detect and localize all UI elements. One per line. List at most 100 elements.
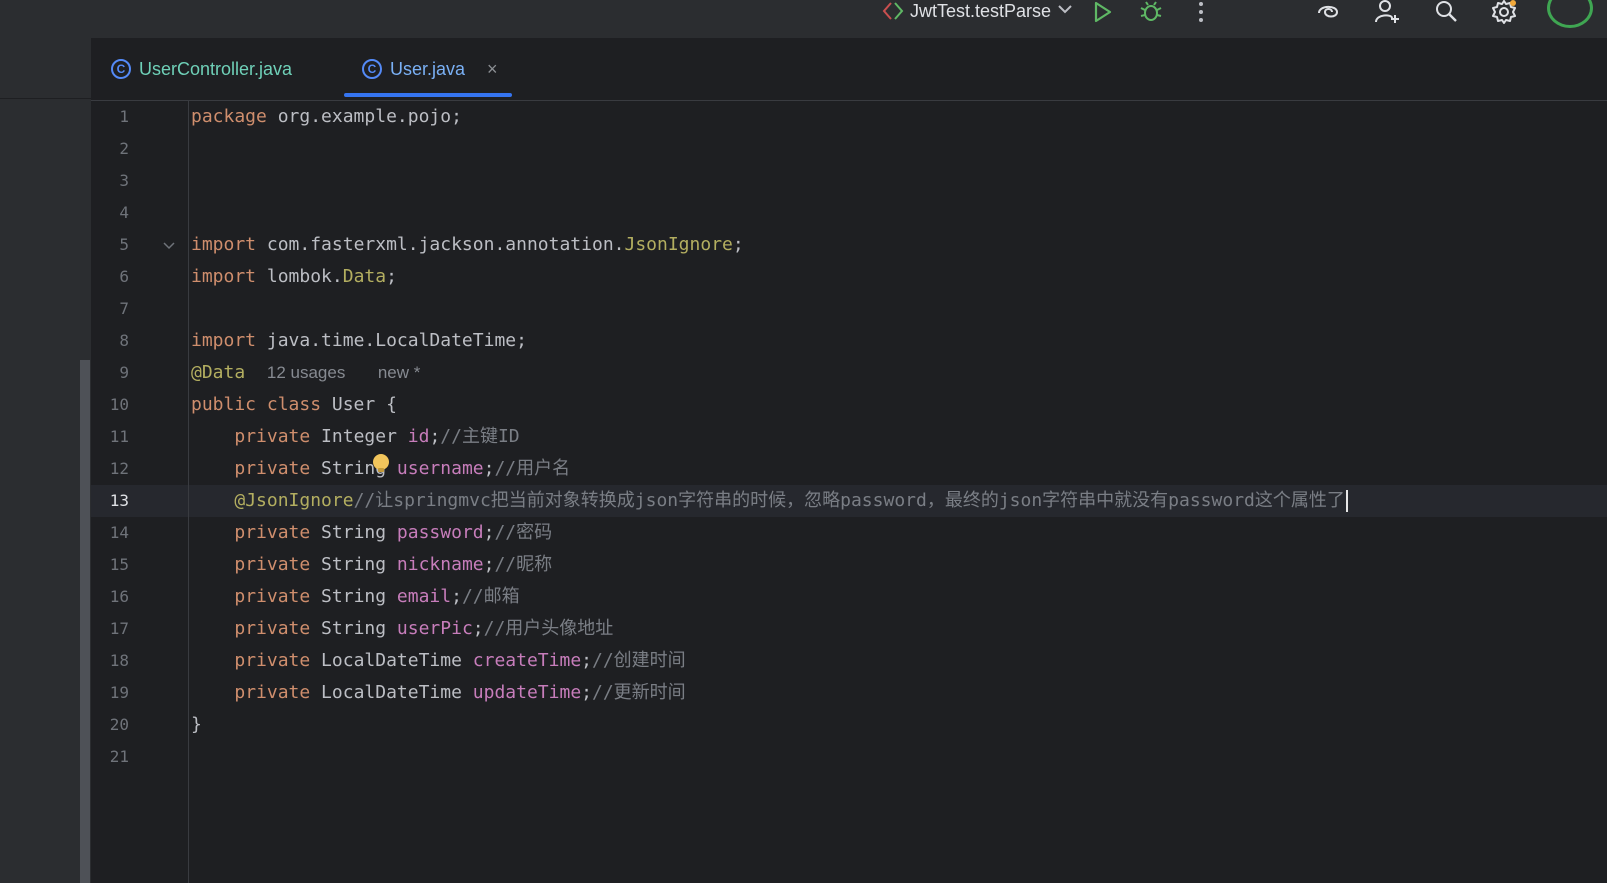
comment: //更新时间: [592, 682, 686, 703]
code-text: import com.fasterxml.jackson.annotation.…: [191, 229, 744, 261]
code-line: 12 private String username;//用户名: [91, 453, 1607, 485]
comment: //邮箱: [461, 586, 520, 607]
code-segment: ;: [732, 234, 744, 255]
code-segment: java.time.LocalDateTime;: [256, 330, 527, 351]
code-line: 16 private String email;//邮箱: [91, 581, 1607, 613]
type-name: String: [310, 618, 397, 639]
comment: //密码: [494, 522, 553, 543]
code-line: 3: [91, 165, 1607, 197]
tab-label: UserController.java: [139, 58, 293, 79]
text-caret: [1345, 490, 1348, 512]
code-text: private String userPic;//用户头像地址: [191, 613, 613, 645]
divider: [0, 98, 91, 99]
line-number: 13: [109, 491, 129, 510]
code-segment: User {: [321, 394, 397, 415]
java-class-icon: C: [111, 59, 131, 79]
line-number: 18: [109, 651, 129, 670]
fold-chevron-icon[interactable]: [163, 229, 175, 261]
line-number: 14: [109, 523, 129, 542]
left-scrollbar[interactable]: [80, 360, 90, 883]
type-name: String: [310, 522, 397, 543]
line-number: 4: [119, 203, 129, 222]
current-code-line: 13 @JsonIgnore//让springmvc把当前对象转换成json字符…: [91, 485, 1607, 517]
code-line: 21: [91, 741, 1607, 773]
editor-tab-bar: C UserController.java C User.java ×: [91, 38, 1607, 101]
search-icon[interactable]: [1432, 0, 1460, 24]
code-line: 11 private Integer id;//主键ID: [91, 421, 1607, 453]
line-number: 1: [119, 107, 129, 126]
gutter-divider: [188, 101, 189, 883]
usages-hint[interactable]: 12 usages: [267, 363, 345, 382]
line-number: 12: [109, 459, 129, 478]
field-name: email: [396, 586, 452, 607]
line-number: 5: [119, 235, 129, 254]
tab-label: User.java: [390, 58, 466, 79]
keyword: import: [191, 234, 257, 255]
run-configuration-selector[interactable]: JwtTest.testParse: [882, 0, 1073, 22]
field-name: id: [407, 426, 430, 447]
comment: //主键ID: [440, 426, 520, 447]
annotation: @Data: [191, 362, 246, 383]
type-name: LocalDateTime: [310, 650, 473, 671]
type-name: String: [310, 586, 397, 607]
code-line: 15 private String nickname;//昵称: [91, 549, 1607, 581]
type-name: Integer: [310, 426, 408, 447]
tab-usercontroller[interactable]: C UserController.java: [111, 38, 292, 100]
code-line: 20 }: [91, 709, 1607, 741]
tab-user[interactable]: C User.java ×: [362, 38, 498, 100]
code-line: 17 private String userPic;//用户头像地址: [91, 613, 1607, 645]
author-hint[interactable]: new *: [378, 363, 421, 382]
code-text: private LocalDateTime updateTime;//更新时间: [191, 677, 686, 709]
type-name: LocalDateTime: [310, 682, 473, 703]
code-segment: ;: [483, 522, 495, 543]
keyword: import: [191, 330, 257, 351]
line-number: 20: [109, 715, 129, 734]
lightbulb-icon[interactable]: [373, 454, 389, 472]
code-line: 1 package org.example.pojo;: [91, 101, 1607, 133]
comment: //让springmvc把当前对象转换成json字符串的时候，忽略passwor…: [353, 490, 1345, 511]
chevron-down-icon: [1057, 2, 1073, 20]
code-segment: ;: [451, 586, 462, 607]
run-icon[interactable]: [1088, 0, 1116, 24]
ai-assistant-icon[interactable]: [1314, 0, 1342, 24]
line-number: 8: [119, 331, 129, 350]
line-number: 15: [109, 555, 129, 574]
java-class-icon: C: [362, 59, 382, 79]
keyword: private: [234, 554, 311, 575]
settings-icon[interactable]: [1490, 0, 1518, 24]
run-configuration-name: JwtTest.testParse: [910, 0, 1052, 21]
debug-icon[interactable]: [1137, 0, 1165, 24]
code-segment: ;: [429, 426, 441, 447]
line-number: 19: [109, 683, 129, 702]
project-tool-window: [0, 38, 91, 883]
comment: //用户名: [494, 458, 571, 479]
line-number: 16: [109, 587, 129, 606]
keyword: private: [234, 426, 311, 447]
annotation: @JsonIgnore: [234, 490, 354, 511]
code-text: private String nickname;//昵称: [191, 549, 552, 581]
annotation-name: JsonIgnore: [624, 234, 733, 255]
line-number: 7: [119, 299, 129, 318]
code-text: @Data 12 usages new *: [191, 357, 420, 389]
code-segment: }: [191, 714, 202, 735]
keyword: private: [234, 522, 311, 543]
comment: //昵称: [494, 554, 553, 575]
close-icon[interactable]: ×: [487, 59, 498, 80]
code-segment: org.example.pojo;: [266, 106, 462, 127]
field-name: userPic: [396, 618, 473, 639]
annotation-name: Data: [342, 266, 387, 287]
code-text: private Integer id;//主键ID: [191, 421, 520, 453]
keyword: import: [191, 266, 257, 287]
more-icon[interactable]: [1187, 0, 1215, 24]
code-line: 4: [91, 197, 1607, 229]
code-editor[interactable]: 1 package org.example.pojo; 2 3 4 5 impo…: [91, 101, 1607, 883]
add-user-icon[interactable]: [1373, 0, 1401, 24]
vcs-arrows-icon: [882, 1, 904, 21]
code-text: public class User {: [191, 389, 397, 421]
line-number: 6: [119, 267, 129, 286]
